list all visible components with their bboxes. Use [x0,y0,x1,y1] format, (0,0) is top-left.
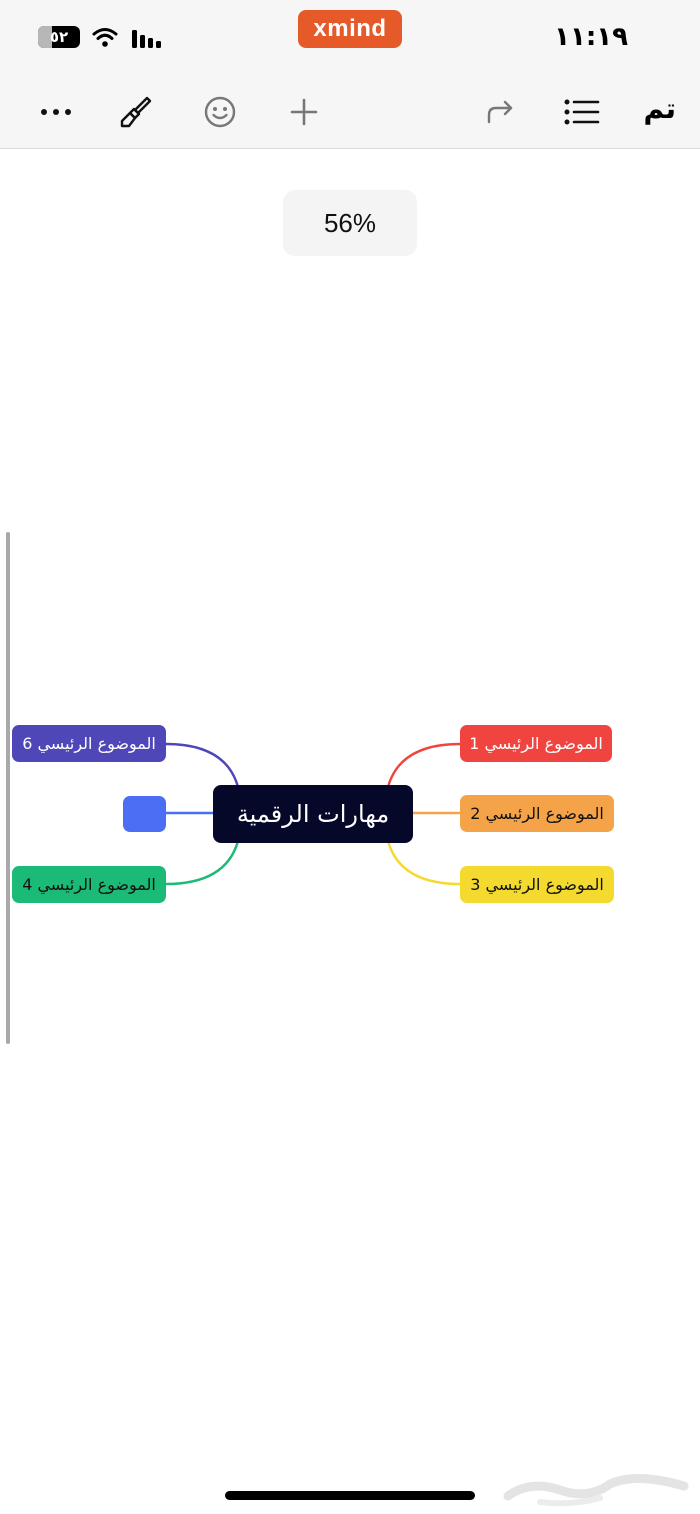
wifi-icon [92,28,118,47]
smiley-icon [204,96,236,128]
add-topic-button[interactable] [280,88,328,136]
clock: ١١:١٩ [554,22,628,52]
main-topic-3[interactable]: الموضوع الرئيسي 3 [460,866,614,903]
more-button[interactable] [32,88,80,136]
watermark-logo [503,1473,689,1507]
connector-t3 [386,840,461,886]
connector-t6 [165,742,240,788]
list-icon [564,99,600,125]
main-topic-1[interactable]: الموضوع الرئيسي 1 [460,725,612,762]
central-topic[interactable]: مهارات الرقمية [213,785,413,843]
format-button[interactable] [112,88,160,136]
status-bar: ٥٢ xmind ١١:١٩ [0,0,700,76]
plus-icon [290,98,318,126]
done-button[interactable]: تم [644,92,676,125]
xmind-editor-screen: ٥٢ xmind ١١:١٩ تم 56% مهارات الرقمية الم… [0,0,700,1514]
battery-level: ٥٢ [49,28,69,46]
home-indicator[interactable] [225,1491,475,1500]
cellular-signal-icon [132,30,161,48]
editor-toolbar: تم [0,76,700,149]
redo-icon [487,100,513,124]
connector-t4 [165,840,240,886]
connector-t1 [386,742,461,788]
more-icon [41,109,71,115]
redo-button[interactable] [476,88,524,136]
main-topic-6[interactable]: الموضوع الرئيسي 6 [12,725,166,762]
zoom-level-indicator: 56% [283,190,417,256]
main-topic-5-empty[interactable] [123,796,166,832]
main-topic-4[interactable]: الموضوع الرئيسي 4 [12,866,166,903]
scroll-indicator[interactable] [6,532,10,1044]
battery-indicator: ٥٢ [38,26,80,48]
main-topic-2[interactable]: الموضوع الرئيسي 2 [460,795,614,832]
outline-button[interactable] [558,88,606,136]
paintbrush-icon [120,96,152,128]
sticker-button[interactable] [196,88,244,136]
xmind-logo: xmind [298,10,402,48]
